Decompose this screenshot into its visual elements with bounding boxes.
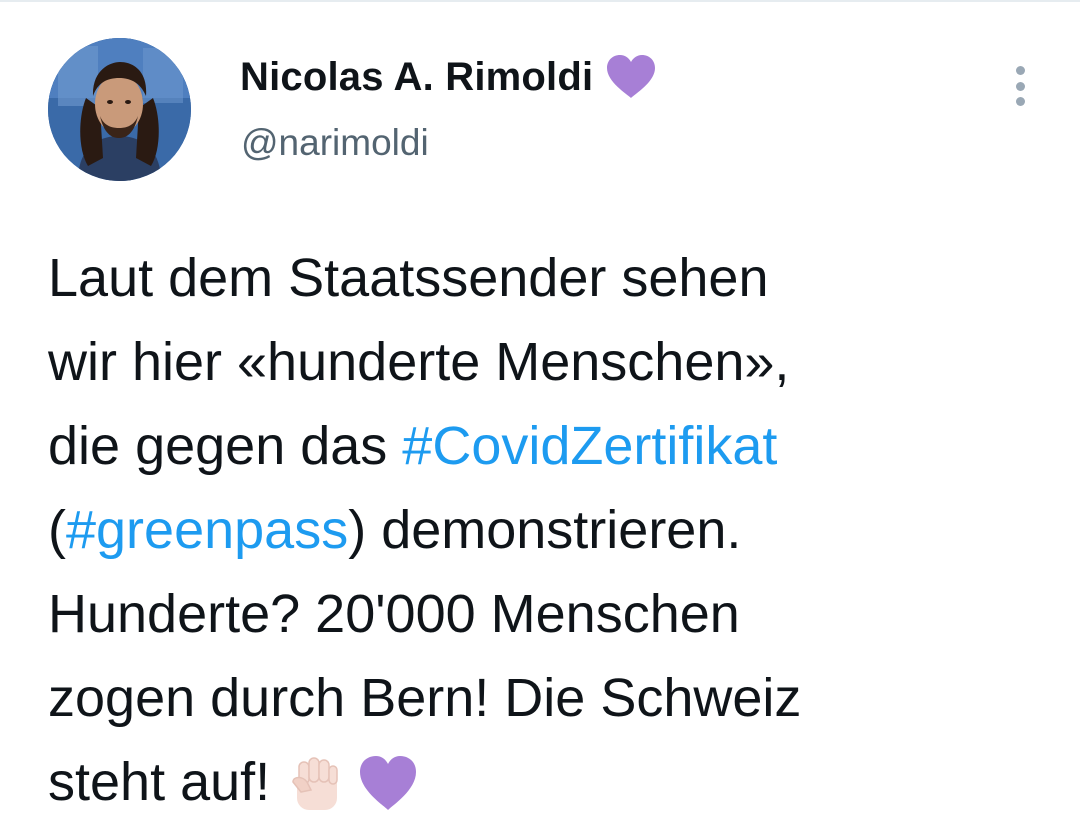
more-dot <box>1015 97 1025 106</box>
hashtag-link-greenpass[interactable]: #greenpass <box>66 500 348 560</box>
tweet-text: Laut dem Staatssender sehen wir hier «hu… <box>48 236 1058 824</box>
purple-heart-icon <box>360 756 417 810</box>
tweet-line: zogen durch Bern! Die Schweiz <box>48 668 802 728</box>
more-vertical-icon <box>1015 66 1025 75</box>
display-name[interactable]: Nicolas A. Rimoldi <box>240 55 593 100</box>
tweet-line: steht auf! <box>48 740 1058 824</box>
divider <box>0 0 1080 2</box>
tweet-text-segment: ) demonstrieren. <box>348 500 742 560</box>
author-handle[interactable]: @narimoldi <box>241 122 429 164</box>
tweet-text-segment: ( <box>48 500 66 560</box>
tweet-line: (#greenpass) demonstrieren. <box>48 488 1058 572</box>
tweet-text-segment: steht auf! <box>48 752 286 812</box>
raised-fist-light-skin-icon <box>292 757 338 810</box>
tweet-line: Hunderte? 20'000 Menschen <box>48 584 740 644</box>
tweet-text-segment: die gegen das <box>48 416 403 476</box>
tweet-line: wir hier «hunderte Menschen», <box>48 332 790 392</box>
purple-heart-icon <box>607 55 656 98</box>
avatar-image <box>48 38 191 181</box>
tweet-card: Nicolas A. Rimoldi @narimoldi Laut dem S… <box>0 0 1080 830</box>
more-options-button[interactable] <box>1004 62 1036 110</box>
tweet-line: Laut dem Staatssender sehen <box>48 248 769 308</box>
more-dot <box>1015 81 1025 91</box>
author-name-row[interactable]: Nicolas A. Rimoldi <box>240 52 657 102</box>
hashtag-link-covidzertifikat[interactable]: #CovidZertifikat <box>402 416 777 476</box>
tweet-line: die gegen das #CovidZertifikat <box>48 404 1058 488</box>
avatar[interactable] <box>48 38 191 181</box>
